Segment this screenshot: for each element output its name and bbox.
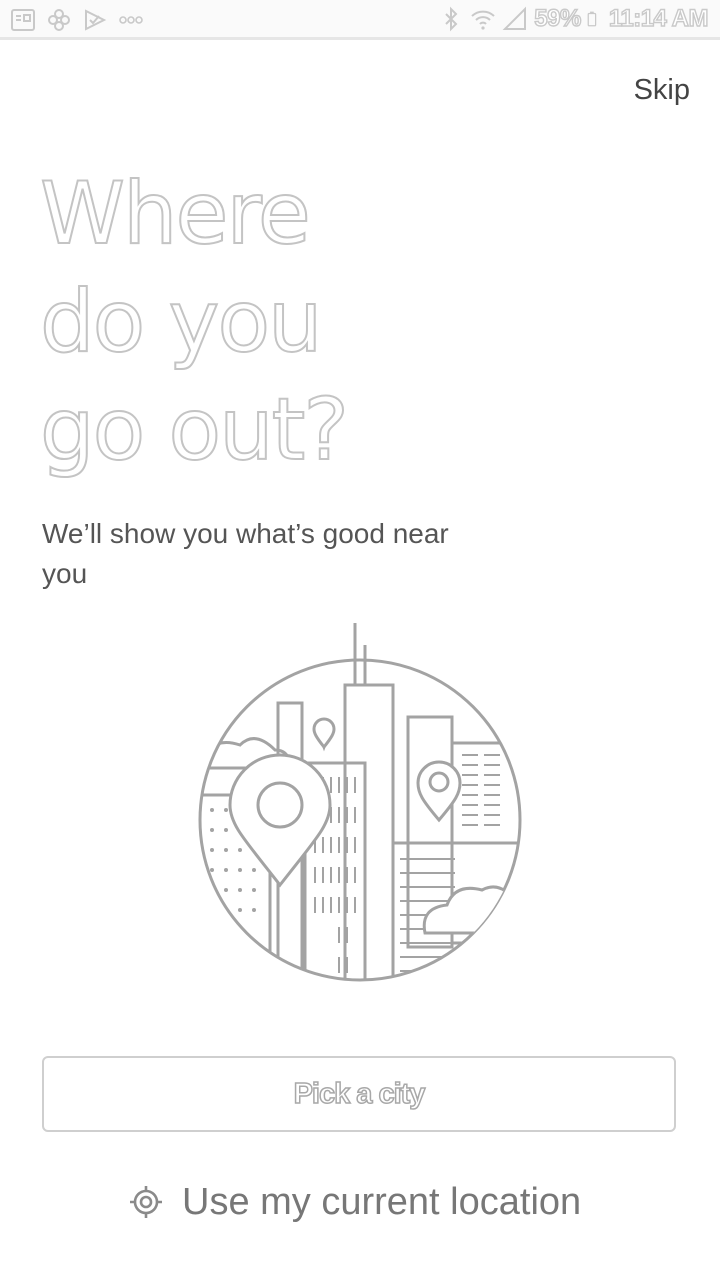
pinwheel-notification-icon xyxy=(48,9,70,31)
pick-city-label: Pick a city xyxy=(293,1077,426,1111)
status-bar-system: 59% 11:14 AM xyxy=(438,4,709,33)
use-current-location-label: Use my current location xyxy=(182,1180,582,1223)
signal-icon xyxy=(502,6,527,30)
wifi-icon xyxy=(471,10,495,30)
location-target-icon xyxy=(130,1186,162,1218)
status-bar-notifications xyxy=(10,7,144,33)
skip-button[interactable]: Skip xyxy=(634,74,690,107)
bluetooth-icon xyxy=(445,6,458,32)
battery-percent: 59% xyxy=(534,4,582,32)
pick-city-button[interactable]: Pick a city xyxy=(42,1056,676,1132)
headline-line-3: go out? xyxy=(39,379,350,481)
image-notification-icon xyxy=(11,9,35,31)
status-bar: 59% 11:14 AM xyxy=(0,0,720,40)
page-title: Where do you go out? xyxy=(39,160,500,484)
battery-icon xyxy=(587,11,597,27)
more-dots-icon xyxy=(119,16,143,24)
check-notification-icon xyxy=(85,9,107,31)
headline-line-2: do you xyxy=(39,271,324,373)
clock: 11:14 AM xyxy=(608,4,709,32)
city-skyline-with-map-pins-illustration xyxy=(198,623,522,982)
use-current-location-button[interactable]: Use my current location xyxy=(128,1172,581,1232)
headline-line-1: Where xyxy=(39,163,312,265)
subtitle: We’ll show you what’s good near you xyxy=(42,518,449,589)
